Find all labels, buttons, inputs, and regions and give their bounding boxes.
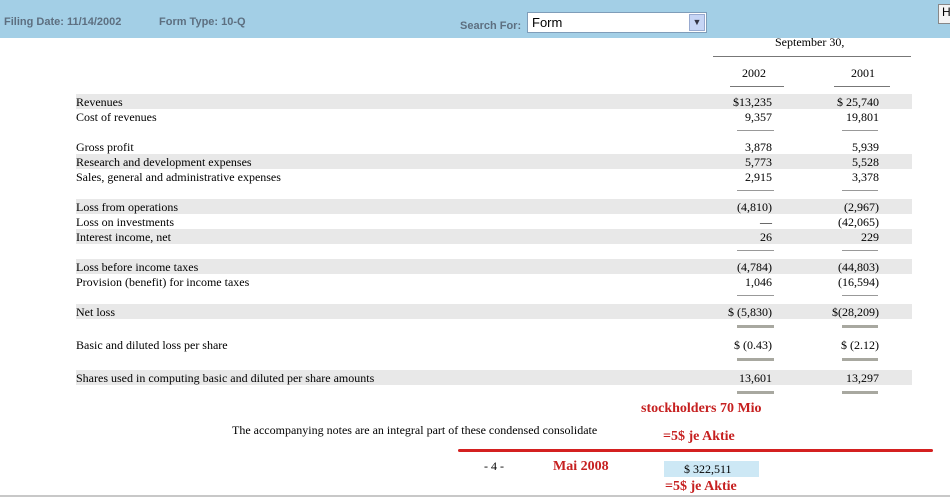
sum-rule (737, 130, 774, 131)
value-2002: $13,235 (733, 95, 772, 109)
row-label: Shares used in computing basic and dilut… (76, 371, 375, 385)
annotation-underline (458, 449, 933, 452)
column-underline (834, 86, 890, 87)
toolbar (0, 0, 950, 38)
value-2001: (44,803) (838, 260, 879, 274)
row-label: Loss from operations (76, 200, 178, 214)
value-2001: (16,594) (838, 275, 879, 289)
footnote: The accompanying notes are an integral p… (232, 423, 598, 437)
table-row: Basic and diluted loss per share $ (0.43… (76, 337, 912, 352)
value-2001: 5,939 (852, 140, 879, 154)
value-2002: $ (0.43) (734, 338, 772, 352)
value-2002: (4,784) (737, 260, 772, 274)
table-row: Cost of revenues 9,357 19,801 (76, 109, 912, 124)
table-row: Loss before income taxes (4,784) (44,803… (76, 259, 912, 274)
value-2002: — (760, 215, 772, 229)
table-row: Gross profit 3,878 5,939 (76, 139, 912, 154)
search-select-value: Form (532, 15, 563, 30)
row-label: Interest income, net (76, 230, 171, 244)
price-highlight: $ 322,511 (664, 461, 759, 477)
double-rule (842, 358, 878, 361)
chevron-down-icon[interactable]: ▼ (689, 14, 705, 31)
row-label: Revenues (76, 95, 123, 109)
value-2002: 13,601 (739, 371, 772, 385)
header-divider (713, 56, 911, 57)
value-2001: 5,528 (852, 155, 879, 169)
column-underline (730, 86, 784, 87)
price-value: $ 322,511 (684, 462, 732, 476)
double-rule (737, 391, 774, 394)
sum-rule (737, 250, 774, 251)
sum-rule (842, 190, 878, 191)
value-2002: 2,915 (745, 170, 772, 184)
table-row: Revenues $13,235 $ 25,740 (76, 94, 912, 109)
row-label: Sales, general and administrative expens… (76, 170, 281, 184)
corner-button[interactable]: H (938, 4, 950, 24)
filing-date: Filing Date: 11/14/2002 (4, 16, 122, 28)
row-label: Net loss (76, 305, 115, 319)
annotation-per-share: =5$ je Aktie (663, 429, 735, 444)
value-2001: 3,378 (852, 170, 879, 184)
row-label: Loss on investments (76, 215, 174, 229)
row-label: Provision (benefit) for income taxes (76, 275, 250, 289)
value-2002: $ (5,830) (728, 305, 772, 319)
value-2001: (2,967) (844, 200, 879, 214)
table-row: Shares used in computing basic and dilut… (76, 370, 912, 385)
form-type: Form Type: 10-Q (159, 16, 246, 28)
value-2001: $ 25,740 (837, 95, 879, 109)
value-2002: 9,357 (745, 110, 772, 124)
value-2001: 19,801 (846, 110, 879, 124)
period-header: September 30, (775, 35, 845, 49)
page-number: - 4 - (484, 459, 504, 473)
table-row: Loss from operations (4,810) (2,967) (76, 199, 912, 214)
bottom-divider (0, 495, 950, 497)
value-2001: 229 (861, 230, 879, 244)
value-2002: 5,773 (745, 155, 772, 169)
annotation-per-share-2: =5$ je Aktie (665, 479, 737, 494)
value-2001: (42,065) (838, 215, 879, 229)
search-select[interactable]: Form ▼ (527, 12, 707, 33)
sum-rule (842, 130, 878, 131)
sum-rule (737, 295, 774, 296)
double-rule (842, 325, 878, 328)
double-rule (842, 391, 878, 394)
value-2002: 1,046 (745, 275, 772, 289)
search-label: Search For: (460, 20, 522, 32)
table-row: Provision (benefit) for income taxes 1,0… (76, 274, 912, 289)
table-row: Sales, general and administrative expens… (76, 169, 912, 184)
annotation-date: Mai 2008 (553, 459, 609, 474)
double-rule (737, 358, 774, 361)
row-label: Loss before income taxes (76, 260, 199, 274)
row-label: Cost of revenues (76, 110, 157, 124)
row-label: Research and development expenses (76, 155, 252, 169)
corner-button-label: H (942, 5, 950, 19)
sum-rule (842, 295, 878, 296)
value-2001: $(28,209) (832, 305, 879, 319)
sum-rule (842, 250, 878, 251)
value-2002: 3,878 (745, 140, 772, 154)
table-row: Loss on investments — (42,065) (76, 214, 912, 229)
column-header-2002: 2002 (742, 66, 766, 80)
value-2002: (4,810) (737, 200, 772, 214)
annotation-stockholders: stockholders 70 Mio (641, 401, 762, 416)
row-label: Gross profit (76, 140, 134, 154)
column-header-2001: 2001 (851, 66, 875, 80)
table-row: Net loss $ (5,830) $(28,209) (76, 304, 912, 319)
value-2002: 26 (760, 230, 772, 244)
table-row: Interest income, net 26 229 (76, 229, 912, 244)
row-label: Basic and diluted loss per share (76, 338, 228, 352)
value-2001: $ (2.12) (841, 338, 879, 352)
value-2001: 13,297 (846, 371, 879, 385)
table-row: Research and development expenses 5,773 … (76, 154, 912, 169)
sum-rule (737, 190, 774, 191)
double-rule (737, 325, 774, 328)
